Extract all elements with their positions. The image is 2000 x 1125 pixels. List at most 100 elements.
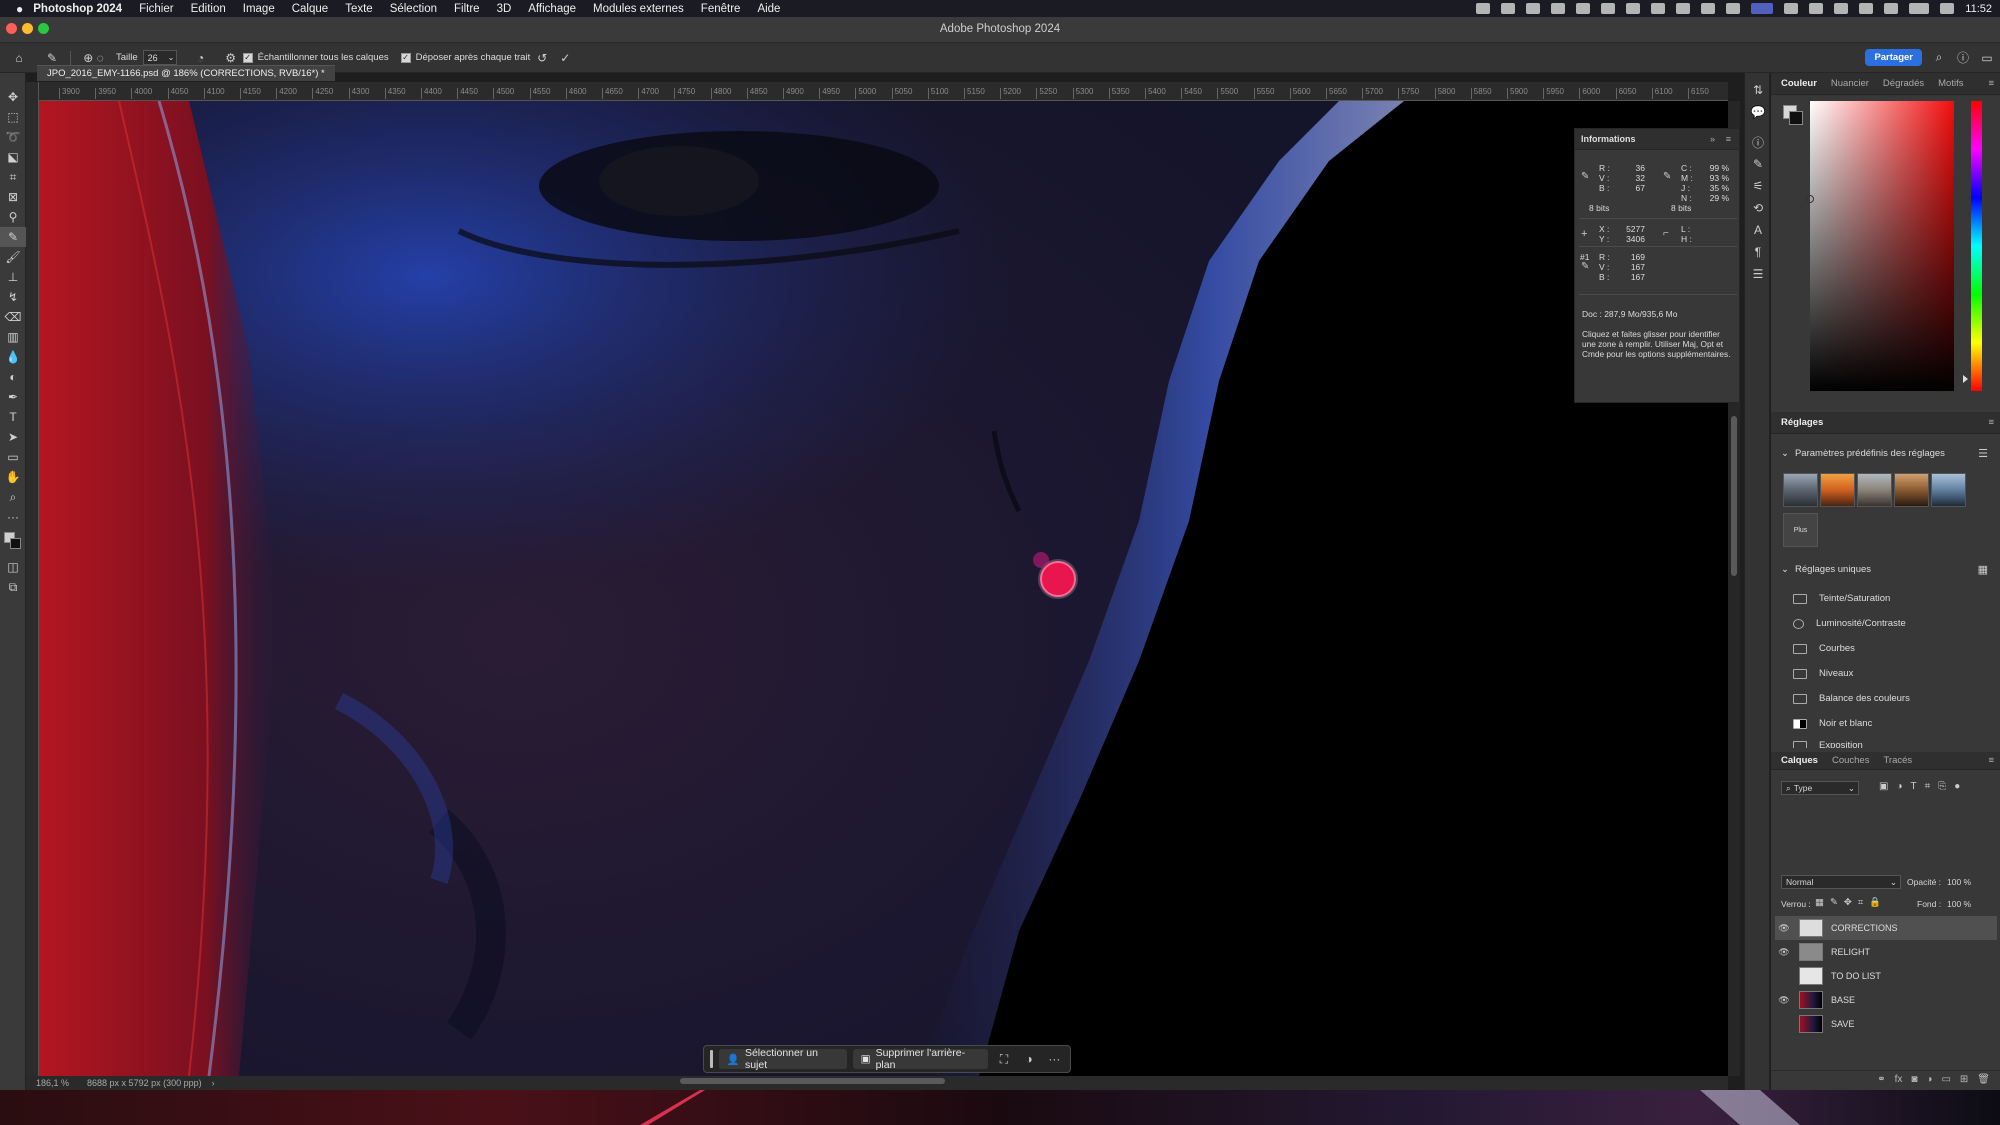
panel-menu-icon[interactable]: ≡ bbox=[1726, 134, 1731, 144]
ruler-horizontal[interactable]: 3900 3950 4000 4050 4100 4150 4200 4250 4300 4350… bbox=[39, 82, 1728, 101]
layer-row-corrections[interactable]: 👁 CORRECTIONS bbox=[1775, 916, 1997, 940]
zoom-tool-icon[interactable]: ⌕ bbox=[0, 487, 26, 507]
eyedropper-tool-icon[interactable]: ⚲ bbox=[0, 207, 26, 227]
menu-filtre[interactable]: Filtre bbox=[454, 3, 480, 15]
comments-icon[interactable]: 💬 bbox=[1745, 101, 1771, 123]
undo-icon[interactable]: ↺ bbox=[530, 51, 554, 65]
background-swatch[interactable] bbox=[1789, 111, 1803, 125]
menu-app-name[interactable]: Photoshop 2024 bbox=[33, 3, 122, 15]
share-button[interactable]: Partager bbox=[1865, 49, 1922, 66]
panel-menu-icon[interactable]: ≡ bbox=[1988, 417, 1994, 428]
rectangle-tool-icon[interactable]: ▭ bbox=[0, 447, 26, 467]
new-group-icon[interactable]: ▭ bbox=[1941, 1074, 1950, 1085]
drop-after-stroke-checkbox[interactable]: ✓ bbox=[400, 52, 411, 63]
grid-view-icon[interactable]: ▦ bbox=[1978, 563, 1988, 576]
layer-filter-select[interactable]: ⌕ Type ⌄ bbox=[1781, 781, 1859, 795]
document-tab[interactable]: JPO_2016_EMY-1166.psd @ 186% (CORRECTION… bbox=[37, 65, 335, 81]
adjust-icon[interactable]: ◑ bbox=[1020, 1052, 1039, 1066]
properties-icon[interactable]: ☰ bbox=[1745, 263, 1771, 285]
document-dimensions[interactable]: 8688 px x 5792 px (300 ppp) bbox=[87, 1078, 202, 1088]
menubar-clock[interactable]: 11:52 bbox=[1965, 3, 1992, 15]
horizontal-scrollbar-thumb[interactable] bbox=[680, 1078, 945, 1084]
spot-healing-tool-icon[interactable]: ✎ bbox=[0, 227, 26, 247]
tray-screen-icon[interactable] bbox=[1751, 3, 1774, 14]
menu-texte[interactable]: Texte bbox=[345, 3, 373, 15]
menu-selection[interactable]: Sélection bbox=[390, 3, 437, 15]
layer-row-save[interactable]: SAVE bbox=[1775, 1012, 1997, 1036]
tray-search-icon[interactable] bbox=[1701, 3, 1716, 14]
apple-icon[interactable]: ● bbox=[16, 2, 23, 16]
lasso-tool-icon[interactable]: ➰ bbox=[0, 127, 26, 147]
tray-camera-icon[interactable] bbox=[1476, 3, 1491, 14]
adj-curves[interactable]: Courbes bbox=[1793, 643, 1855, 654]
control-center-icon[interactable] bbox=[1809, 3, 1824, 14]
preset-thumb-5[interactable] bbox=[1931, 473, 1966, 507]
sample-all-layers-checkbox[interactable]: ✓ bbox=[242, 52, 253, 63]
select-subject-button[interactable]: 👤 Sélectionner un sujet bbox=[718, 1047, 847, 1071]
info-panel-header[interactable]: Informations » ≡ bbox=[1575, 129, 1739, 150]
delete-layer-icon[interactable]: 🗑 bbox=[1977, 1074, 1990, 1085]
clone-stamp-tool-icon[interactable]: ⊥ bbox=[0, 267, 26, 287]
tab-nuancier[interactable]: Nuancier bbox=[1831, 78, 1869, 89]
link-layers-icon[interactable]: ⚭ bbox=[1877, 1074, 1885, 1085]
workspace-icon[interactable]: ▭ bbox=[1974, 51, 2000, 65]
more-options-button[interactable]: ··· bbox=[1045, 1052, 1064, 1066]
lock-icons[interactable]: ▦✎✥⌗🔒 bbox=[1815, 897, 1887, 908]
menu-modules[interactable]: Modules externes bbox=[593, 3, 684, 15]
tab-couches[interactable]: Couches bbox=[1832, 755, 1870, 766]
frame-tool-icon[interactable]: ⊠ bbox=[0, 187, 26, 207]
more-tools-icon[interactable]: ··· bbox=[0, 507, 26, 527]
fill-value[interactable]: 100 % bbox=[1947, 899, 1971, 909]
help-icon[interactable]: ⓘ bbox=[1952, 49, 1974, 66]
new-layer-icon[interactable]: ⊞ bbox=[1960, 1074, 1968, 1085]
commit-check-icon[interactable]: ✓ bbox=[554, 51, 576, 65]
eraser-tool-icon[interactable]: ⌫ bbox=[0, 307, 26, 327]
tab-degrades[interactable]: Dégradés bbox=[1883, 78, 1924, 89]
more-presets-button[interactable]: Plus bbox=[1783, 513, 1818, 547]
layer-filter-icons[interactable]: ▣◑T⌗⎘● bbox=[1879, 781, 1968, 792]
color-field[interactable] bbox=[1806, 101, 1954, 391]
menu-3d[interactable]: 3D bbox=[497, 3, 512, 15]
pressure-size-icon[interactable]: ◔ bbox=[183, 51, 219, 65]
gradient-tool-icon[interactable]: ▥ bbox=[0, 327, 26, 347]
panel-menu-icon[interactable]: ≡ bbox=[1988, 78, 1994, 89]
brush-tool-icon[interactable]: 🖌 bbox=[0, 247, 26, 267]
zoom-level[interactable]: 186,1 % bbox=[36, 1078, 69, 1088]
size-input[interactable]: 26 ⌄ bbox=[142, 50, 177, 65]
battery-icon[interactable] bbox=[1909, 3, 1930, 14]
character-icon[interactable]: A bbox=[1745, 219, 1771, 241]
visibility-eye-icon[interactable]: 👁 bbox=[1775, 923, 1793, 934]
new-adjustment-icon[interactable]: ◑ bbox=[1926, 1074, 1932, 1085]
mask-icon[interactable]: ⛶ bbox=[994, 1052, 1013, 1067]
blend-mode-select[interactable]: Normal ⌄ bbox=[1781, 875, 1901, 889]
pen-tool-icon[interactable]: ✒ bbox=[0, 387, 26, 407]
tray-grid-icon[interactable] bbox=[1626, 3, 1641, 14]
paragraph-icon[interactable]: ¶ bbox=[1745, 241, 1771, 263]
adj-levels[interactable]: Niveaux bbox=[1793, 668, 1853, 679]
adj-hue-saturation[interactable]: Teinte/Saturation bbox=[1793, 593, 1890, 604]
presets-section-header[interactable]: ⌄ Paramètres prédéfinis des réglages bbox=[1781, 448, 1945, 459]
menu-affichage[interactable]: Affichage bbox=[528, 3, 576, 15]
tray-clock-icon[interactable] bbox=[1651, 3, 1666, 14]
list-view-icon[interactable]: ☰ bbox=[1978, 447, 1988, 460]
tray-creative-cloud-icon[interactable] bbox=[1526, 3, 1541, 14]
tab-traces[interactable]: Tracés bbox=[1883, 755, 1912, 766]
tray-check-icon[interactable] bbox=[1726, 3, 1741, 14]
wifi-icon[interactable] bbox=[1834, 3, 1849, 14]
tab-motifs[interactable]: Motifs bbox=[1938, 78, 1963, 89]
vertical-scrollbar-thumb[interactable] bbox=[1731, 416, 1737, 576]
tray-dropbox-icon[interactable] bbox=[1601, 3, 1616, 14]
preset-thumb-2[interactable] bbox=[1820, 473, 1855, 507]
drag-handle[interactable] bbox=[710, 1050, 713, 1068]
move-tool-icon[interactable]: ✥ bbox=[0, 87, 26, 107]
visibility-eye-icon[interactable]: 👁 bbox=[1775, 995, 1793, 1006]
path-selection-tool-icon[interactable]: ➤ bbox=[0, 427, 26, 447]
collapse-icon[interactable]: » bbox=[1710, 134, 1715, 144]
add-mask-icon[interactable]: ◙ bbox=[1911, 1074, 1917, 1085]
menu-image[interactable]: Image bbox=[243, 3, 275, 15]
fx-icon[interactable]: fx bbox=[1895, 1074, 1903, 1085]
document-canvas[interactable] bbox=[39, 101, 1728, 1076]
screen-mode-icon[interactable]: ⧉ bbox=[0, 577, 26, 597]
settings-gear-icon[interactable]: ⚙ bbox=[219, 51, 243, 65]
tray-cloud-icon[interactable] bbox=[1551, 3, 1566, 14]
